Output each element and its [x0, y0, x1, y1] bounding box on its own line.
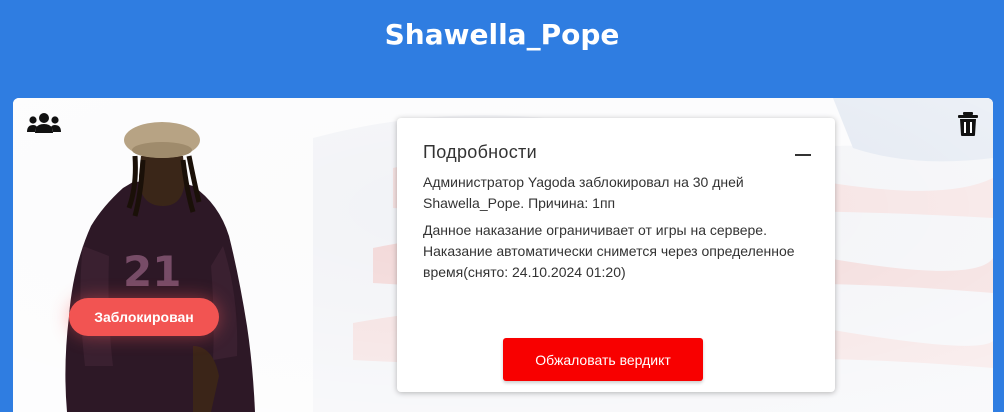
details-title: Подробности [423, 142, 537, 162]
punishment-description: Администратор Yagoda заблокировал на 30 … [423, 174, 744, 211]
character-skin-image: 21 [65, 122, 256, 412]
header-bar: Shawella_Pope [0, 0, 1004, 98]
player-name-title: Shawella_Pope [384, 18, 620, 51]
appeal-verdict-button[interactable]: Обжаловать вердикт [503, 338, 703, 381]
status-badge: Заблокирован [69, 298, 219, 336]
punishment-info: Данное наказание ограничивает от игры на… [423, 222, 795, 280]
details-panel: Подробности Администратор Yagoda заблоки… [397, 118, 835, 392]
trash-icon[interactable] [957, 112, 979, 136]
svg-text:21: 21 [123, 247, 181, 296]
minus-icon[interactable] [795, 154, 811, 156]
punishment-card: 21 Заблокирован Подробности Администрато… [13, 98, 993, 412]
